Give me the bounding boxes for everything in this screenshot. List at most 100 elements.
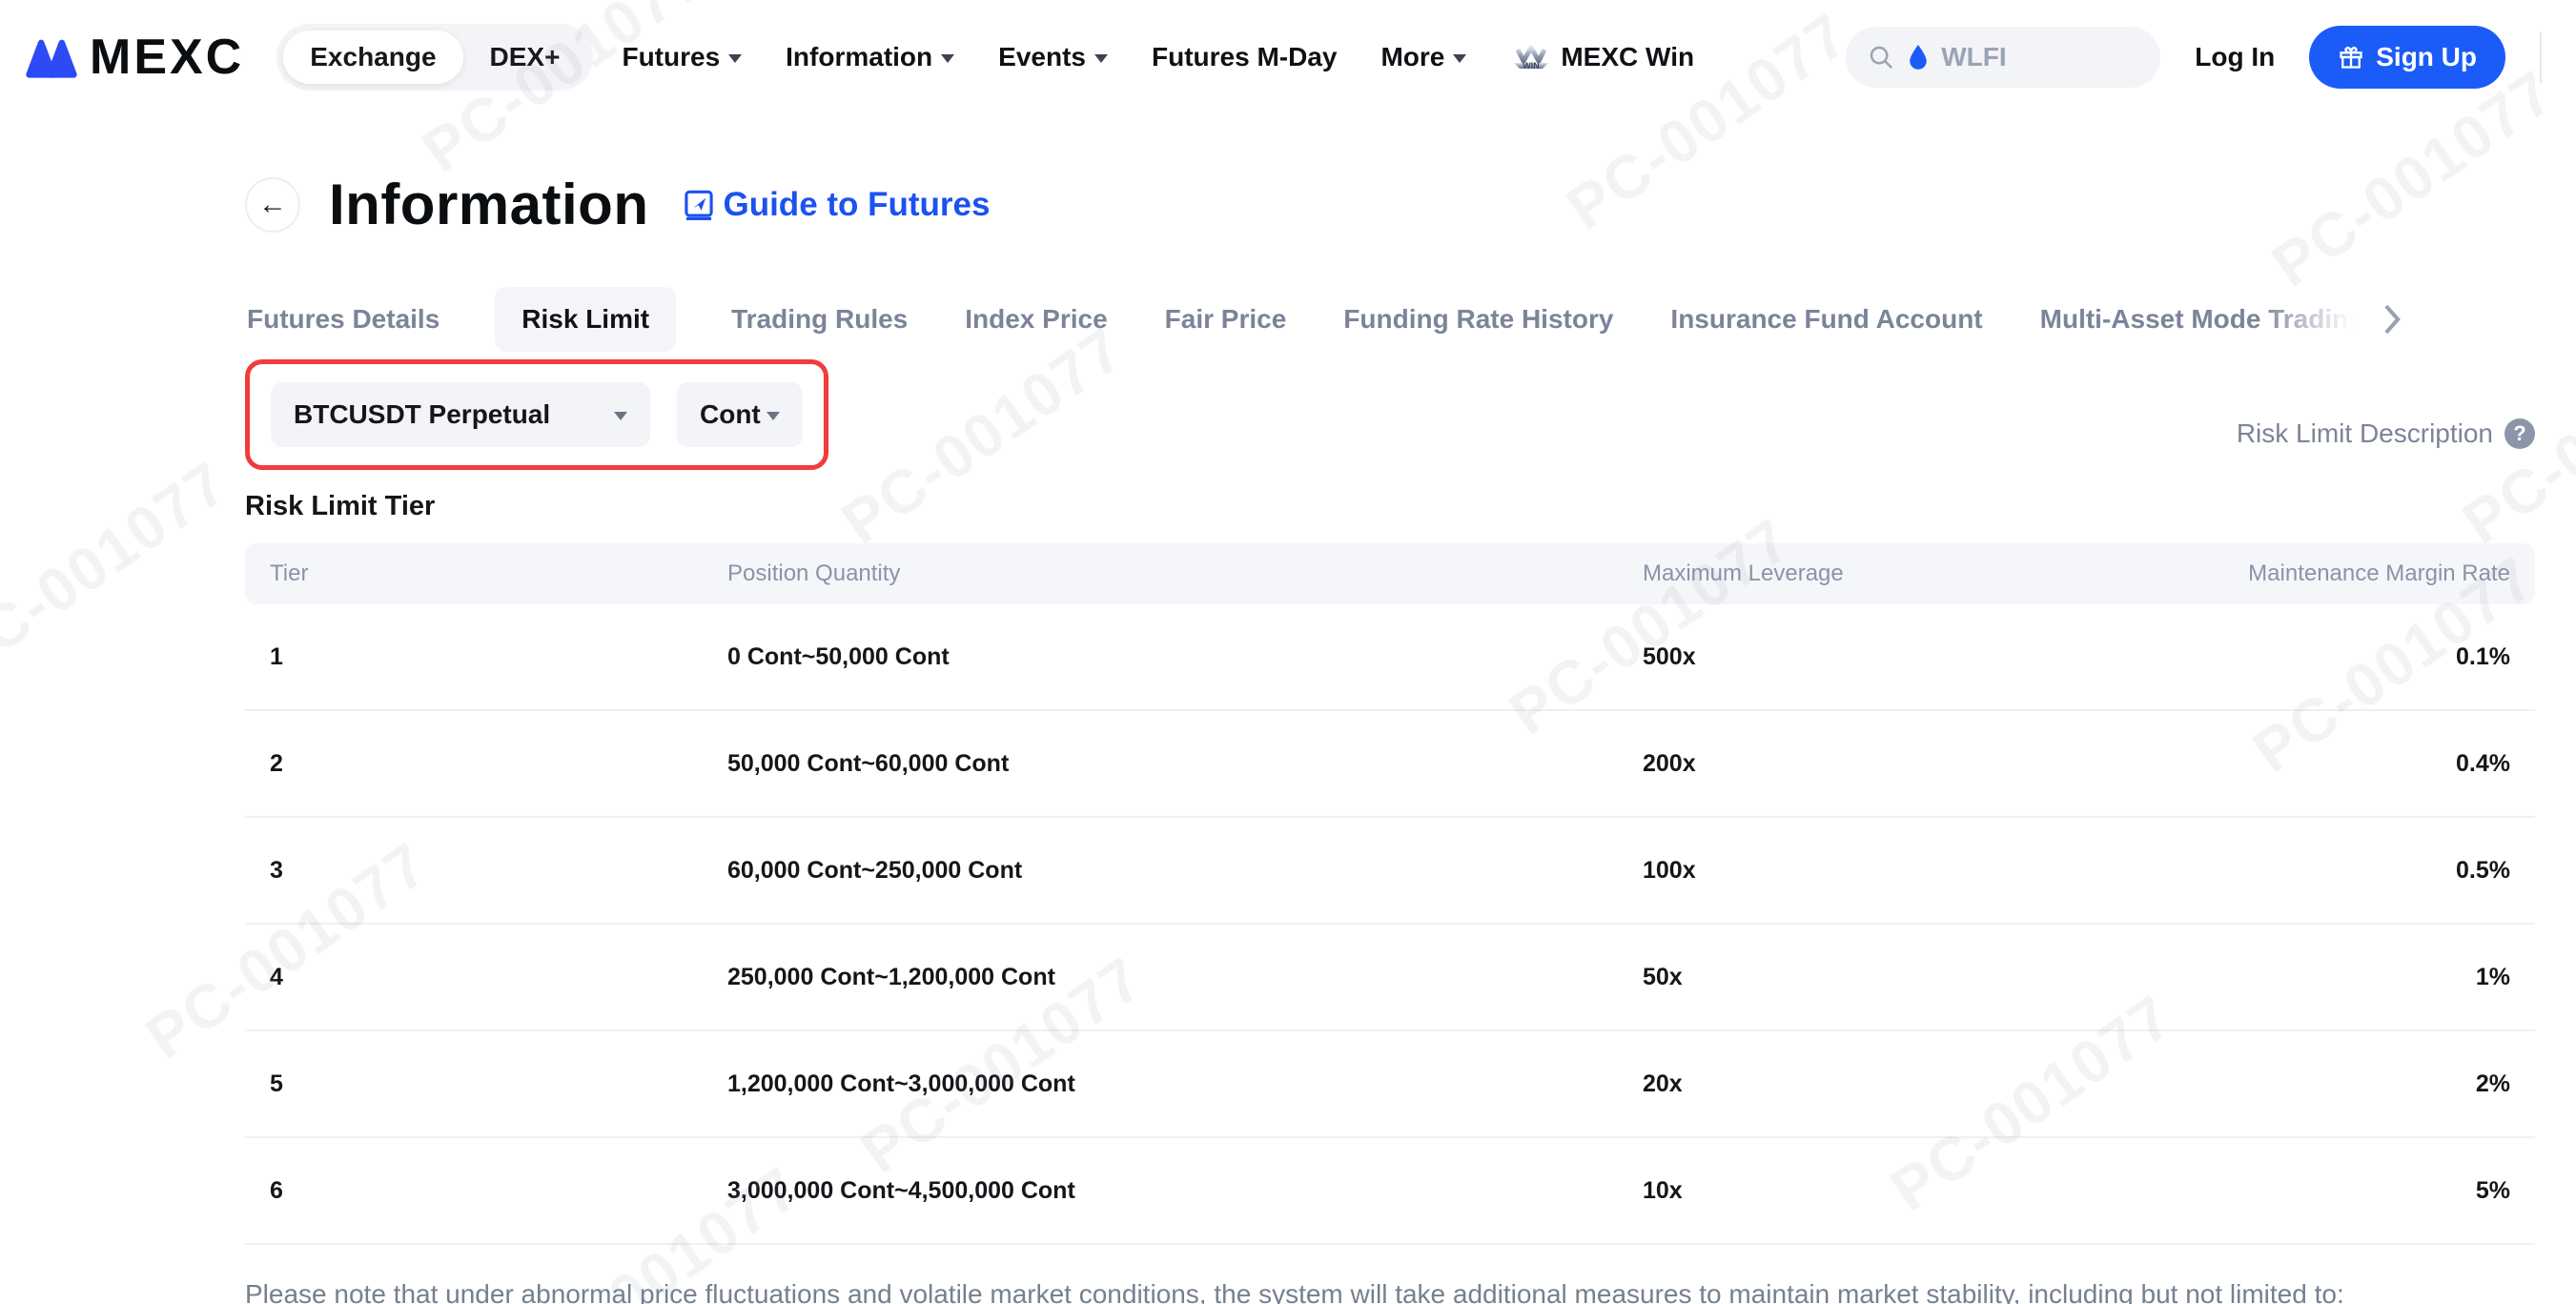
question-mark-icon[interactable]: ? [2504, 418, 2535, 449]
col-maintenance-margin-rate: Maintenance Margin Rate [2091, 560, 2510, 587]
cell-tier: 3 [270, 857, 727, 885]
table-row: 6 3,000,000 Cont~4,500,000 Cont 10x 5% [245, 1138, 2535, 1245]
filter-row: BTCUSDT Perpetual Cont Risk Limit Descri… [245, 359, 2535, 470]
search-box[interactable] [1846, 27, 2160, 88]
risk-limit-description-label: Risk Limit Description [2237, 418, 2493, 449]
cell-tier: 5 [270, 1070, 727, 1098]
table-row: 5 1,200,000 Cont~3,000,000 Cont 20x 2% [245, 1031, 2535, 1138]
tab-insurance-fund-account[interactable]: Insurance Fund Account [1668, 287, 1984, 352]
gift-icon [2338, 44, 2364, 71]
token-drop-icon [1907, 44, 1930, 71]
signup-label: Sign Up [2376, 42, 2477, 72]
unit-select[interactable]: Cont [677, 382, 803, 447]
cell-max-leverage: 10x [1643, 1177, 2091, 1205]
guide-book-icon [683, 189, 715, 221]
cell-maintenance-margin-rate: 1% [2091, 964, 2510, 991]
tab-trading-rules[interactable]: Trading Rules [729, 287, 910, 352]
note-text: Please note that under abnormal price fl… [245, 1279, 2535, 1304]
tab-index-price[interactable]: Index Price [963, 287, 1109, 352]
page-title: Information [329, 172, 648, 237]
tab-multi-asset-mode-trading[interactable]: Multi-Asset Mode Trading [2038, 287, 2353, 352]
cell-position-quantity: 3,000,000 Cont~4,500,000 Cont [727, 1177, 1643, 1205]
cell-tier: 4 [270, 964, 727, 991]
nav-more[interactable]: More [1380, 42, 1466, 72]
nav-mexc-win[interactable]: WIN MEXC Win [1510, 36, 1694, 78]
cell-tier: 2 [270, 750, 727, 778]
tab-fair-price[interactable]: Fair Price [1163, 287, 1289, 352]
cell-maintenance-margin-rate: 2% [2091, 1070, 2510, 1098]
search-icon [1867, 43, 1895, 71]
table-row: 4 250,000 Cont~1,200,000 Cont 50x 1% [245, 925, 2535, 1031]
arrow-left-icon: ← [258, 189, 287, 221]
cell-maintenance-margin-rate: 0.5% [2091, 857, 2510, 885]
login-button[interactable]: Log In [2195, 42, 2275, 72]
header-right: Log In Sign Up [1846, 26, 2542, 89]
guide-to-futures-link[interactable]: Guide to Futures [683, 186, 990, 224]
cell-max-leverage: 200x [1643, 750, 2091, 778]
signup-button[interactable]: Sign Up [2309, 26, 2505, 89]
table-row: 1 0 Cont~50,000 Cont 500x 0.1% [245, 604, 2535, 711]
market-toggle: Exchange DEX+ [276, 24, 593, 91]
cell-position-quantity: 60,000 Cont~250,000 Cont [727, 857, 1643, 885]
cell-tier: 6 [270, 1177, 727, 1205]
cell-max-leverage: 20x [1643, 1070, 2091, 1098]
mexc-win-badge-icon: WIN [1510, 36, 1552, 78]
nav-events[interactable]: Events [998, 42, 1108, 72]
table-row: 3 60,000 Cont~250,000 Cont 100x 0.5% [245, 818, 2535, 925]
nav-futures[interactable]: Futures [622, 42, 742, 72]
nav-information[interactable]: Information [786, 42, 954, 72]
header-divider [2540, 31, 2542, 83]
chevron-right-icon[interactable] [2380, 303, 2404, 336]
col-tier: Tier [270, 560, 727, 587]
main-nav: Futures Information Events Futures M-Day… [622, 36, 1694, 78]
svg-text:WIN: WIN [1523, 61, 1541, 71]
nav-information-label: Information [786, 42, 932, 72]
cell-position-quantity: 1,200,000 Cont~3,000,000 Cont [727, 1070, 1643, 1098]
chevron-down-icon [941, 54, 954, 63]
contract-select[interactable]: BTCUSDT Perpetual [271, 382, 650, 447]
back-button[interactable]: ← [245, 177, 300, 233]
table-row: 2 50,000 Cont~60,000 Cont 200x 0.4% [245, 711, 2535, 818]
unit-select-value: Cont [700, 399, 761, 430]
cell-maintenance-margin-rate: 5% [2091, 1177, 2510, 1205]
cell-max-leverage: 500x [1643, 643, 2091, 671]
mexc-logo-icon [23, 34, 80, 80]
search-input[interactable] [1941, 42, 2094, 72]
table-header-row: Tier Position Quantity Maximum Leverage … [245, 543, 2535, 604]
page: PC-001077 PC-001077 PC-001077 PC-001077 … [0, 0, 2576, 1304]
toggle-exchange[interactable]: Exchange [283, 31, 462, 84]
chevron-down-icon [1094, 54, 1108, 63]
cell-max-leverage: 50x [1643, 964, 2091, 991]
tab-funding-rate-history[interactable]: Funding Rate History [1341, 287, 1615, 352]
risk-limit-table: Tier Position Quantity Maximum Leverage … [245, 543, 2535, 1245]
tab-bar: Futures Details Risk Limit Trading Rules… [245, 287, 2535, 352]
cell-maintenance-margin-rate: 0.1% [2091, 643, 2510, 671]
caret-down-icon [614, 412, 627, 420]
contract-select-value: BTCUSDT Perpetual [294, 399, 550, 430]
col-maximum-leverage: Maximum Leverage [1643, 560, 2091, 587]
mexc-logo[interactable]: MEXC [23, 29, 244, 86]
chevron-down-icon [728, 54, 742, 63]
tab-risk-limit[interactable]: Risk Limit [495, 287, 676, 352]
top-navbar: MEXC Exchange DEX+ Futures Information E… [0, 0, 2576, 114]
cell-maintenance-margin-rate: 0.4% [2091, 750, 2510, 778]
annotation-red-box: BTCUSDT Perpetual Cont [245, 359, 828, 470]
cell-position-quantity: 250,000 Cont~1,200,000 Cont [727, 964, 1643, 991]
nav-futures-mday[interactable]: Futures M-Day [1152, 42, 1337, 72]
tab-futures-details[interactable]: Futures Details [245, 287, 441, 352]
nav-mexc-win-label: MEXC Win [1561, 42, 1694, 72]
nav-more-label: More [1380, 42, 1444, 72]
nav-events-label: Events [998, 42, 1086, 72]
caret-down-icon [767, 412, 780, 420]
cell-tier: 1 [270, 643, 727, 671]
toggle-dex[interactable]: DEX+ [463, 31, 587, 84]
nav-futures-label: Futures [622, 42, 720, 72]
title-row: ← Information Guide to Futures [245, 172, 2535, 237]
mexc-logo-text: MEXC [90, 29, 244, 86]
cell-position-quantity: 50,000 Cont~60,000 Cont [727, 750, 1643, 778]
cell-max-leverage: 100x [1643, 857, 2091, 885]
risk-limit-description-link[interactable]: Risk Limit Description ? [2237, 418, 2535, 470]
main-content: ← Information Guide to Futures Futures D… [0, 114, 2576, 1304]
section-title: Risk Limit Tier [245, 491, 2535, 522]
col-position-quantity: Position Quantity [727, 560, 1643, 587]
